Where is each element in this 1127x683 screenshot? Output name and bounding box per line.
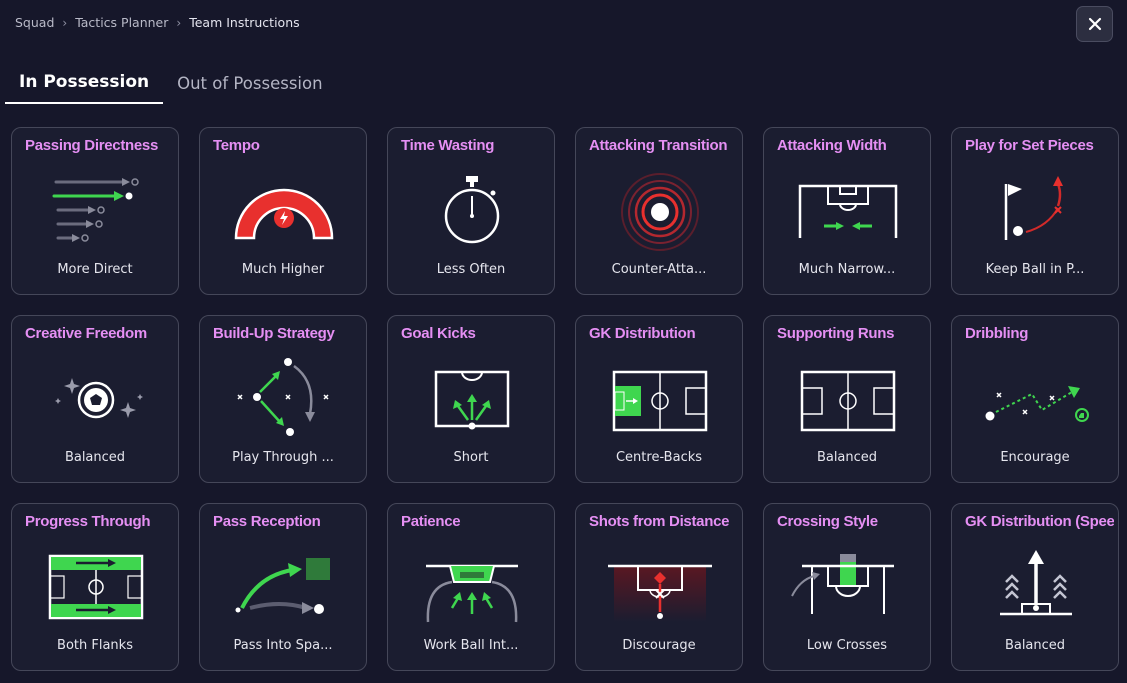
instruction-card-build-up-strategy[interactable]: Build-Up Strategy Play Through ... bbox=[199, 315, 367, 483]
card-title: Goal Kicks bbox=[401, 325, 476, 342]
card-value: Centre-Backs bbox=[615, 450, 703, 465]
pass-reception-icon bbox=[235, 558, 330, 614]
instruction-card-goal-kicks[interactable]: Goal Kicks Short bbox=[387, 315, 555, 483]
card-title: Progress Through bbox=[25, 513, 151, 530]
instruction-card-crossing-style[interactable]: Crossing Style Low Crosses bbox=[763, 503, 931, 671]
card-value: Play Through ... bbox=[232, 450, 334, 465]
card-title: Passing Directness bbox=[25, 137, 158, 154]
crossing-style-icon bbox=[791, 554, 894, 614]
gk-speed-icon bbox=[1000, 550, 1072, 616]
card-title: Tempo bbox=[213, 137, 260, 154]
shots-distance-icon bbox=[608, 564, 712, 622]
card-value: Work Ball Int... bbox=[423, 638, 519, 653]
instruction-card-pass-reception[interactable]: Pass Reception Pass Into Spa... bbox=[199, 503, 367, 671]
breadcrumb: Squad › Tactics Planner › Team Instructi… bbox=[15, 15, 300, 30]
card-title: Dribbling bbox=[965, 325, 1029, 342]
breadcrumb-separator-icon: › bbox=[176, 15, 182, 30]
card-value: Less Often bbox=[436, 262, 506, 277]
card-title: Patience bbox=[401, 513, 461, 530]
instruction-card-play-for-set-pieces[interactable]: Play for Set Pieces Keep Ball in P... bbox=[951, 127, 1119, 295]
instruction-card-passing-directness[interactable]: Passing Directness More Direct bbox=[11, 127, 179, 295]
card-value: Short bbox=[453, 450, 489, 465]
progress-through-icon bbox=[48, 554, 144, 620]
instructions-grid: Passing Directness More Direct Tempo Muc… bbox=[11, 127, 1119, 671]
card-title: Attacking Width bbox=[777, 137, 887, 154]
close-icon bbox=[1088, 17, 1101, 31]
set-pieces-icon bbox=[1004, 176, 1063, 240]
instruction-card-time-wasting[interactable]: Time Wasting Less Often bbox=[387, 127, 555, 295]
card-value: Discourage bbox=[622, 638, 696, 653]
stopwatch-icon bbox=[444, 176, 500, 244]
instruction-card-gk-distribution[interactable]: GK Distribution Centre-Backs bbox=[575, 315, 743, 483]
card-value: Balanced bbox=[816, 450, 878, 465]
card-title: GK Distribution (Speed bbox=[965, 513, 1114, 530]
card-value: Much Higher bbox=[241, 262, 325, 277]
gk-distribution-icon bbox=[612, 370, 708, 432]
instruction-card-patience[interactable]: Patience Work Ball Int... bbox=[387, 503, 555, 671]
instruction-card-attacking-transition[interactable]: Attacking Transition Counter-Atta... bbox=[575, 127, 743, 295]
instruction-card-dribbling[interactable]: Dribbling Encourage bbox=[951, 315, 1119, 483]
card-value: Balanced bbox=[1004, 638, 1066, 653]
instruction-card-attacking-width[interactable]: Attacking Width Much Narrow... bbox=[763, 127, 931, 295]
transition-rings-icon bbox=[621, 173, 699, 251]
card-title: Shots from Distance bbox=[589, 513, 730, 530]
instruction-card-supporting-runs[interactable]: Supporting Runs Balanced bbox=[763, 315, 931, 483]
card-title: Build-Up Strategy bbox=[213, 325, 335, 342]
instruction-card-progress-through[interactable]: Progress Through Both Flanks bbox=[11, 503, 179, 671]
instruction-card-shots-from-distance[interactable]: Shots from Distance Discourage bbox=[575, 503, 743, 671]
instruction-card-gk-distribution-speed[interactable]: GK Distribution (Speed Balanced bbox=[951, 503, 1119, 671]
build-up-icon bbox=[237, 358, 329, 436]
breadcrumb-item-squad[interactable]: Squad bbox=[15, 15, 54, 30]
card-title: Creative Freedom bbox=[25, 325, 147, 342]
close-button[interactable] bbox=[1076, 6, 1113, 42]
instruction-card-creative-freedom[interactable]: Creative Freedom Balanced bbox=[11, 315, 179, 483]
card-value: More Direct bbox=[57, 262, 133, 277]
dribbling-icon bbox=[985, 386, 1089, 422]
patience-icon bbox=[426, 564, 518, 623]
card-title: Pass Reception bbox=[213, 513, 321, 530]
supporting-runs-icon bbox=[800, 370, 896, 432]
breadcrumb-item-tactics-planner[interactable]: Tactics Planner bbox=[75, 15, 168, 30]
card-value: Encourage bbox=[1000, 450, 1070, 465]
card-value: Keep Ball in P... bbox=[985, 262, 1085, 277]
passing-directness-icon bbox=[52, 178, 139, 242]
breadcrumb-item-team-instructions: Team Instructions bbox=[189, 15, 300, 30]
card-value: Pass Into Spa... bbox=[233, 638, 333, 653]
breadcrumb-separator-icon: › bbox=[62, 15, 68, 30]
creative-freedom-icon bbox=[55, 378, 143, 419]
tempo-gauge-icon bbox=[234, 188, 334, 240]
card-title: Time Wasting bbox=[401, 137, 495, 154]
card-title: Attacking Transition bbox=[589, 137, 728, 154]
tab-bar: In Possession Out of Possession bbox=[5, 62, 337, 104]
tab-out-of-possession[interactable]: Out of Possession bbox=[163, 62, 336, 104]
card-value: Both Flanks bbox=[57, 638, 133, 653]
card-value: Low Crosses bbox=[806, 638, 888, 653]
attacking-width-icon bbox=[798, 184, 898, 238]
card-value: Counter-Atta... bbox=[611, 262, 707, 277]
card-title: Supporting Runs bbox=[777, 325, 895, 342]
card-title: Crossing Style bbox=[777, 513, 878, 530]
card-value: Much Narrow... bbox=[798, 262, 896, 277]
card-value: Balanced bbox=[64, 450, 126, 465]
tab-in-possession[interactable]: In Possession bbox=[5, 62, 164, 104]
card-title: Play for Set Pieces bbox=[965, 137, 1094, 154]
goal-kicks-icon bbox=[434, 370, 510, 430]
instruction-card-tempo[interactable]: Tempo Much Higher bbox=[199, 127, 367, 295]
card-title: GK Distribution bbox=[589, 325, 696, 342]
